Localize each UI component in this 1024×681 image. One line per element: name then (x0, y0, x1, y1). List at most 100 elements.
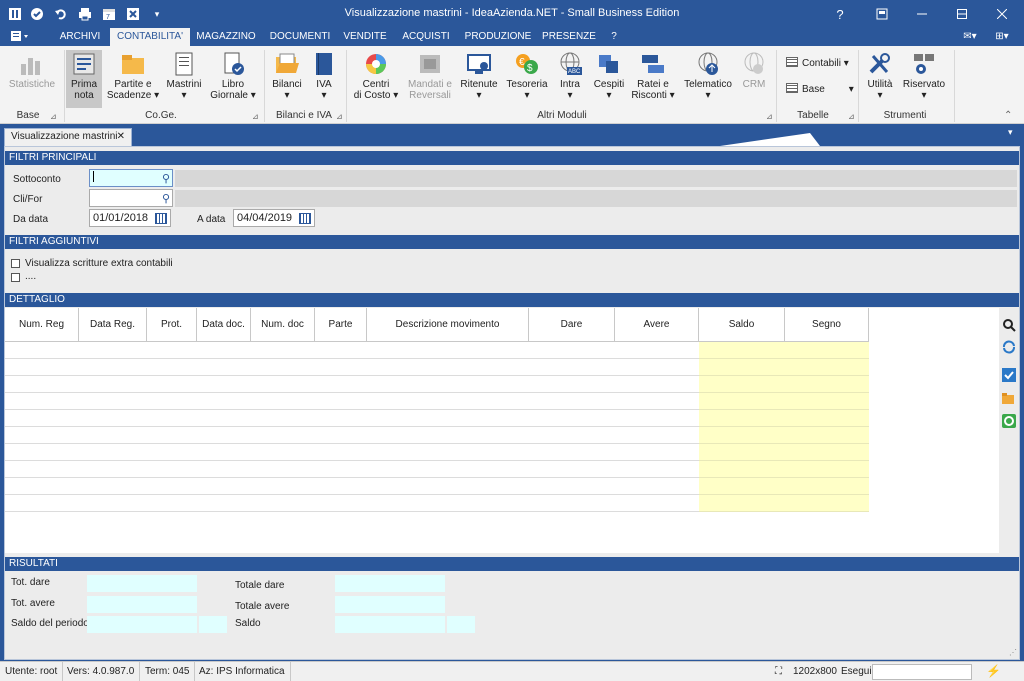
ritenute-button[interactable]: Ritenute ▾ (458, 50, 500, 108)
resize-grip-icon[interactable]: ⋰ (1009, 648, 1017, 657)
tab-vendite[interactable]: VENDITE (340, 28, 390, 46)
tab-help[interactable]: ? (604, 28, 624, 46)
help-icon[interactable]: ? (820, 0, 860, 28)
iva-button[interactable]: IVA ▾ (308, 50, 340, 108)
close-icon[interactable] (982, 0, 1022, 28)
table-row[interactable] (5, 495, 869, 512)
filtri-aggiuntivi-header: FILTRI AGGIUNTIVI (5, 235, 1019, 249)
select-all-icon[interactable] (1002, 368, 1016, 382)
utilita-button[interactable]: Utilità ▾ (862, 50, 898, 108)
mail-icon[interactable]: ✉▾ (958, 28, 982, 46)
calendar-icon[interactable] (299, 213, 311, 224)
extra-contabili-label: Visualizza scritture extra contabili (25, 258, 173, 269)
search-icon[interactable] (1002, 318, 1016, 332)
partite-scadenze-button[interactable]: Partite e Scadenze ▾ (106, 50, 160, 108)
maximize-icon[interactable] (942, 0, 982, 28)
table-row[interactable] (5, 427, 869, 444)
table-row[interactable] (5, 359, 869, 376)
column-header-num-reg[interactable]: Num. Reg (5, 308, 79, 342)
open-folder-icon[interactable] (1002, 392, 1016, 406)
checkmark-icon[interactable] (28, 5, 46, 23)
risultati-header: RISULTATI (5, 557, 1019, 571)
table-row[interactable] (5, 376, 869, 393)
crm-button[interactable]: CRM (738, 50, 770, 108)
clifor-input[interactable]: ⚲ (89, 189, 173, 207)
ratei-risconti-button[interactable]: Ratei e Risconti ▾ (630, 50, 676, 108)
group-launcher-icon[interactable]: ⊿ (50, 112, 57, 121)
table-row[interactable] (5, 410, 869, 427)
refresh-icon[interactable] (1002, 340, 1016, 354)
excel-icon[interactable] (124, 5, 142, 23)
fullscreen-icon[interactable]: ⛶ (770, 662, 787, 681)
mastrini-button[interactable]: Mastrini ▾ (164, 50, 204, 108)
column-header-prot[interactable]: Prot. (147, 308, 197, 342)
centri-di-costo-button[interactable]: Centri di Costo ▾ (352, 50, 400, 108)
partite-label-2: Scadenze ▾ (106, 90, 160, 101)
libro-giornale-button[interactable]: Libro Giornale ▾ (206, 50, 260, 108)
export-icon[interactable] (1002, 414, 1016, 428)
tab-list-chevron-icon[interactable]: ▾ (1008, 127, 1013, 138)
tab-presenze[interactable]: PRESENZE (540, 28, 598, 46)
saldo-cell (699, 495, 869, 512)
print-icon[interactable] (76, 5, 94, 23)
restore-layout-icon[interactable] (862, 0, 902, 28)
undo-icon[interactable] (52, 5, 70, 23)
table-row[interactable] (5, 444, 869, 461)
cespiti-button[interactable]: Cespiti ▾ (590, 50, 628, 108)
tab-visualizzazione-mastrini[interactable]: Visualizzazione mastrini ✕ (4, 128, 132, 146)
tesoreria-button[interactable]: € $ Tesoreria ▾ (504, 50, 550, 108)
tab-acquisti[interactable]: ACQUISTI (398, 28, 454, 46)
table-row[interactable] (5, 461, 869, 478)
esegui-input[interactable] (872, 664, 972, 680)
telematico-button[interactable]: Telematico ▾ (682, 50, 734, 108)
tab-documenti[interactable]: DOCUMENTI (266, 28, 334, 46)
search-icon[interactable]: ⚲ (162, 191, 170, 207)
intra-label-1: Intra (559, 79, 580, 90)
app-menu-icon[interactable] (10, 29, 38, 45)
tab-produzione[interactable]: PRODUZIONE (462, 28, 534, 46)
column-header-segno[interactable]: Segno (785, 308, 869, 342)
column-header-data-reg[interactable]: Data Reg. (79, 308, 147, 342)
dettaglio-grid[interactable]: Num. Reg Data Reg. Prot. Data doc. Num. … (5, 308, 999, 553)
tab-magazzino[interactable]: MAGAZZINO (194, 28, 258, 46)
network-icon[interactable]: ⊞▾ (990, 28, 1014, 46)
sottoconto-input[interactable]: ⚲ (89, 169, 173, 187)
tab-contabilita[interactable]: CONTABILITA' (110, 28, 190, 46)
group-launcher-icon[interactable]: ⊿ (252, 112, 259, 121)
riservato-button[interactable]: Riservato ▾ (900, 50, 948, 108)
tab-archivi[interactable]: ARCHIVI (54, 28, 106, 46)
lightning-icon[interactable]: ⚡ (986, 664, 1001, 678)
column-header-data-doc[interactable]: Data doc. (197, 308, 251, 342)
table-row[interactable] (5, 393, 869, 410)
close-tab-icon[interactable]: ✕ (117, 129, 125, 145)
quick-access-dropdown-icon[interactable]: ▾ (148, 5, 166, 23)
table-row[interactable] (5, 478, 869, 495)
minimize-window-icon[interactable] (902, 0, 942, 28)
other-filter-checkbox[interactable] (11, 273, 20, 282)
column-header-num-doc[interactable]: Num. doc (251, 308, 315, 342)
contabili-button[interactable]: Contabili ▾ (786, 56, 849, 72)
search-icon[interactable]: ⚲ (162, 171, 170, 187)
group-launcher-icon[interactable]: ⊿ (336, 112, 343, 121)
column-header-avere[interactable]: Avere (615, 308, 699, 342)
column-header-descrizione[interactable]: Descrizione movimento (367, 308, 529, 342)
statistiche-button[interactable]: Statistiche (6, 50, 58, 108)
a-data-input[interactable]: 04/04/2019 (233, 209, 315, 227)
group-launcher-icon[interactable]: ⊿ (848, 112, 855, 121)
intra-button[interactable]: ABC Intra ▾ (554, 50, 586, 108)
column-header-saldo[interactable]: Saldo (699, 308, 785, 342)
base-tables-button[interactable]: Base ▾ (786, 82, 854, 98)
table-row[interactable] (5, 342, 869, 359)
ratei-label-2: Risconti ▾ (631, 90, 675, 101)
prima-nota-button[interactable]: Prima nota (66, 50, 102, 108)
column-header-parte[interactable]: Parte (315, 308, 367, 342)
collapse-ribbon-icon[interactable]: ⌃ (1004, 110, 1012, 121)
column-header-dare[interactable]: Dare (529, 308, 615, 342)
calendar-icon[interactable]: 7 (100, 5, 118, 23)
calendar-icon[interactable] (155, 213, 167, 224)
group-launcher-icon[interactable]: ⊿ (766, 112, 773, 121)
da-data-input[interactable]: 01/01/2018 (89, 209, 171, 227)
mandati-reversali-button[interactable]: Mandati e Reversali (406, 50, 454, 108)
bilanci-button[interactable]: Bilanci ▾ (268, 50, 306, 108)
extra-contabili-checkbox[interactable] (11, 259, 20, 268)
